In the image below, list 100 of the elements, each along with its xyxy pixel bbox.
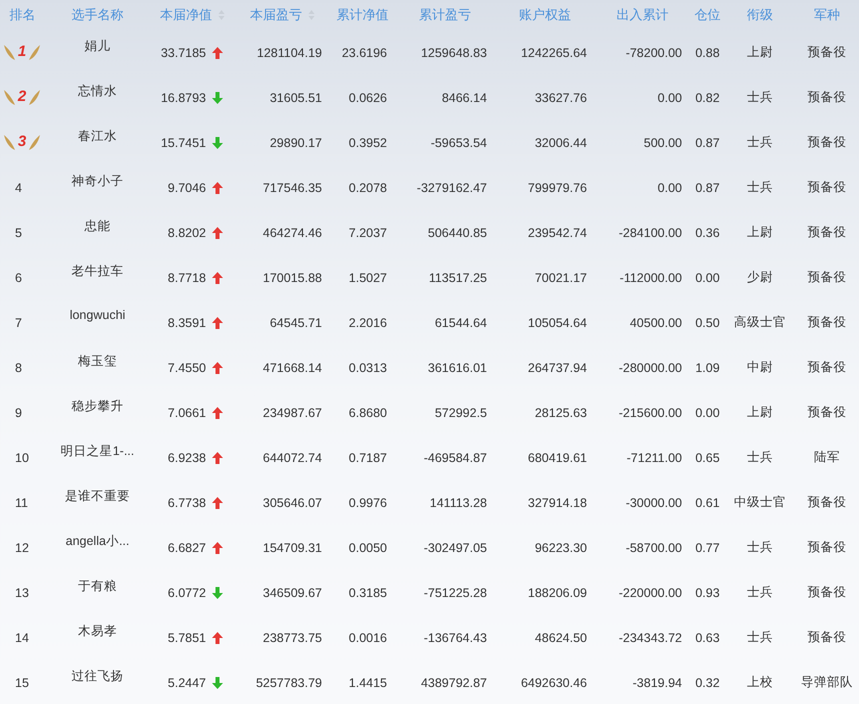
column-header: 累计盈亏 [419, 6, 471, 24]
table-cell-text: 0.9976 [348, 496, 388, 510]
table-cell-text: 799979.76 [526, 180, 588, 194]
table-cell-text: 士兵 [746, 89, 774, 106]
table-cell: 16.8793 [160, 90, 206, 104]
table-cell-text: 1242265.64 [520, 46, 588, 60]
table-cell-text: 士兵 [746, 539, 774, 556]
table-cell-text: 31605.51 [268, 90, 323, 104]
table-cell-text: -280000.00 [618, 360, 683, 374]
table-cell-text: 96223.30 [534, 540, 588, 554]
table-cell-text: 预备役 [806, 89, 848, 106]
table-cell: 5.2447 [168, 676, 206, 690]
table-cell-text: -284100.00 [618, 226, 683, 240]
table-cell-text: 少尉 [746, 269, 774, 286]
table-cell: 6.7738 [168, 496, 206, 510]
column-header[interactable]: 本届净值 [160, 6, 212, 24]
table-cell-text: 105054.64 [526, 316, 588, 330]
table-cell-text: 0.00 [694, 406, 721, 420]
table-cell-text: 0.63 [694, 630, 721, 644]
column-header: 军种 [814, 6, 840, 24]
table-cell-text: 预备役 [806, 269, 848, 286]
column-header: 衔级 [747, 6, 773, 24]
table-cell-text: 预备役 [806, 224, 848, 241]
table-cell-text: 0.2078 [348, 180, 388, 194]
table-cell-text: 23.6196 [340, 46, 388, 60]
table-cell-text: 234987.67 [262, 406, 323, 420]
table-cell-text: -234343.72 [618, 630, 683, 644]
table-cell-text: 中级士官 [733, 494, 787, 511]
table-cell-text: 32006.44 [534, 136, 588, 150]
player-name: longwuchi [68, 307, 126, 322]
player-name: 老牛拉车 [70, 263, 124, 280]
rank-number: 7 [14, 316, 22, 330]
table-cell-text: 预备役 [806, 359, 848, 376]
table-cell: 7.0661 [168, 406, 206, 420]
table-cell-text: 0.00 [656, 180, 683, 194]
player-name: 木易孝 [77, 623, 118, 640]
table-cell-text: 572992.5 [434, 406, 488, 420]
table-cell-text: 238773.75 [262, 630, 323, 644]
table-cell-text: 239542.74 [526, 226, 588, 240]
rank-number: 10 [14, 450, 29, 464]
table-cell: 15.7451 [160, 136, 206, 150]
table-cell-text: 0.93 [694, 586, 721, 600]
table-cell-text: 305646.07 [262, 496, 323, 510]
table-cell-text: 0.65 [694, 450, 721, 464]
table-cell-text: -30000.00 [624, 496, 683, 510]
table-cell-text: 70021.17 [534, 270, 588, 284]
table-cell-text: -136764.43 [422, 630, 488, 644]
table-cell-text: 29890.17 [268, 136, 323, 150]
player-name: 于有粮 [77, 578, 118, 595]
column-header[interactable]: 本届盈亏 [250, 6, 302, 24]
table-cell-text: 0.32 [694, 676, 721, 690]
rank-number: 6 [14, 270, 22, 284]
player-name: angella小... [64, 533, 130, 550]
table-cell-text: 0.61 [694, 496, 721, 510]
table-cell-text: 0.50 [694, 316, 721, 330]
table-cell: 8.8202 [168, 226, 206, 240]
rank-number: 11 [14, 496, 28, 510]
table-cell-text: 0.87 [694, 180, 721, 194]
table-cell-text: 7.2037 [348, 226, 388, 240]
table-cell-text: 预备役 [806, 404, 848, 421]
table-cell-text: 预备役 [806, 44, 848, 61]
table-cell-text: 上尉 [746, 44, 774, 61]
table-cell-text: 170015.88 [262, 270, 323, 284]
table-cell-text: 中尉 [746, 359, 774, 376]
table-cell-text: 0.0313 [348, 360, 388, 374]
table-cell-text: 0.3952 [348, 136, 388, 150]
table-cell-text: 预备役 [806, 539, 848, 556]
table-cell-text: 1.5027 [348, 270, 388, 284]
table-cell: 7.4550 [168, 360, 206, 374]
table-cell: 33.7185 [160, 46, 206, 60]
table-cell-text: 64545.71 [268, 316, 323, 330]
rank-number: 15 [14, 676, 29, 690]
table-cell-text: 717546.35 [262, 180, 323, 194]
table-cell-text: 0.88 [694, 46, 721, 60]
player-name: 娟儿 [84, 38, 112, 55]
column-header: 排名 [10, 6, 36, 24]
table-cell-text: 上尉 [746, 224, 774, 241]
table-cell-text: 188206.09 [526, 586, 588, 600]
table-cell: 8.3591 [168, 316, 206, 330]
table-cell-text: 1.4415 [348, 676, 388, 690]
table-cell-text: -59653.54 [430, 136, 488, 150]
table-cell: 6.6827 [168, 540, 206, 554]
table-cell-text: 上尉 [746, 404, 774, 421]
player-name: 是谁不重要 [64, 488, 131, 505]
table-cell-text: 预备役 [806, 134, 848, 151]
rank-number: 5 [14, 226, 22, 240]
table-cell-text: 0.0626 [348, 90, 388, 104]
table-cell-text: 471668.14 [262, 360, 323, 374]
table-cell-text: 141113.28 [428, 496, 488, 510]
player-name: 稳步攀升 [70, 398, 124, 415]
table-cell-text: -58700.00 [624, 540, 683, 554]
table-cell-text: 5257783.79 [254, 676, 323, 690]
table-cell-text: 高级士官 [733, 314, 787, 331]
table-cell-text: -302497.05 [422, 540, 488, 554]
laurel-rank-badge: 3 [2, 129, 42, 153]
table-cell-text: 154709.31 [262, 540, 323, 554]
table-cell-text: 士兵 [746, 629, 774, 646]
player-name: 过往飞扬 [70, 668, 124, 685]
player-name: 忠能 [84, 218, 112, 235]
table-cell-text: 士兵 [746, 449, 774, 466]
